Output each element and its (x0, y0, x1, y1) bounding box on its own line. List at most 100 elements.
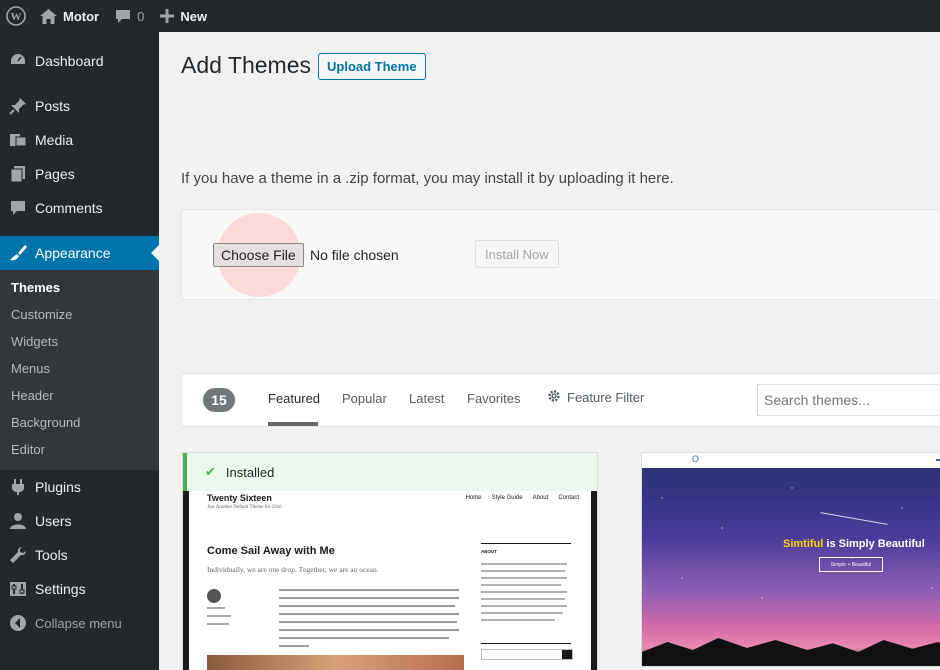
plus-icon (160, 9, 175, 23)
menu-users-label: Users (35, 513, 72, 529)
menu-appearance[interactable]: Appearance (0, 236, 159, 270)
preview-headline: Simtiful is Simply Beautiful (783, 538, 925, 550)
user-icon (8, 511, 28, 531)
preview-text-line (481, 591, 567, 593)
menu-settings-label: Settings (35, 581, 86, 597)
comments-link[interactable]: 0 (107, 0, 152, 32)
menu-media-label: Media (35, 132, 74, 148)
main-content: Add Themes Upload Theme If you have a th… (159, 32, 940, 670)
preview-text-line (279, 645, 309, 647)
submenu-header[interactable]: Header (0, 382, 159, 409)
preview-sidebar-rule (481, 643, 571, 644)
menu-users[interactable]: Users (0, 504, 159, 538)
home-icon (40, 8, 57, 24)
plug-icon (8, 477, 28, 497)
theme-count-badge: 15 (203, 388, 235, 412)
preview-avatar (207, 589, 221, 603)
wrench-icon (8, 545, 28, 565)
preview-nav-item: Home (465, 495, 482, 501)
preview-sidebar-heading: ABOUT (481, 549, 497, 554)
choose-file-button[interactable]: Choose File (213, 243, 304, 267)
preview-text-line (481, 598, 565, 600)
tab-latest[interactable]: Latest (409, 391, 444, 406)
page-title: Add Themes (181, 52, 311, 78)
submenu-menus[interactable]: Menus (0, 355, 159, 382)
feature-filter-button[interactable]: Feature Filter (547, 389, 644, 406)
gear-icon (547, 389, 561, 406)
menu-settings[interactable]: Settings (0, 572, 159, 606)
menu-comments-label: Comments (35, 200, 103, 216)
upload-theme-button[interactable]: Upload Theme (318, 53, 426, 80)
svg-text:W: W (11, 11, 22, 23)
menu-plugins[interactable]: Plugins (0, 470, 159, 504)
preview-text-line (207, 615, 231, 617)
menu-posts[interactable]: Posts (0, 89, 159, 123)
preview-text-line (279, 637, 449, 639)
comments-count: 0 (137, 8, 145, 24)
tab-favorites[interactable]: Favorites (467, 391, 520, 406)
submenu-customize[interactable]: Customize (0, 301, 159, 328)
theme-filter-bar: 15 Featured Popular Latest Favorites Fea… (181, 373, 940, 427)
upload-help-text: If you have a theme in a .zip format, yo… (181, 170, 674, 187)
tab-featured[interactable]: Featured (268, 391, 320, 406)
install-now-button[interactable]: Install Now (475, 240, 559, 268)
menu-tools[interactable]: Tools (0, 538, 159, 572)
collapse-menu-button[interactable]: Collapse menu (0, 606, 159, 640)
preview-text-line (481, 563, 567, 565)
menu-posts-label: Posts (35, 98, 71, 114)
search-themes-input[interactable] (757, 384, 940, 416)
menu-tools-label: Tools (35, 547, 68, 563)
theme-card-simtiful[interactable]: Simtiful is Simply Beautiful Simple + Be… (641, 452, 940, 667)
checkmark-icon: ✔ (205, 464, 216, 479)
theme-card-twenty-sixteen[interactable]: ✔ Installed Twenty Sixteen Just Another … (182, 452, 598, 670)
appearance-submenu: Themes Customize Widgets Menus Header Ba… (0, 270, 159, 470)
collapse-menu-label: Collapse menu (35, 615, 122, 631)
preview-text-line (481, 605, 567, 607)
theme-screenshot: Simtiful is Simply Beautiful Simple + Be… (642, 468, 940, 666)
preview-text-line (279, 589, 459, 591)
new-label: New (180, 8, 208, 24)
preview-nav-item: Style Guide (491, 495, 523, 501)
menu-dashboard-label: Dashboard (35, 53, 104, 69)
site-name-link[interactable]: Motor (32, 0, 107, 32)
menu-media[interactable]: Media (0, 123, 159, 157)
menu-dashboard[interactable]: Dashboard (0, 44, 159, 78)
tab-popular[interactable]: Popular (342, 391, 387, 406)
preview-stars (642, 468, 940, 666)
preview-post-title: Come Sail Away with Me (207, 545, 335, 557)
preview-text-line (481, 577, 567, 579)
no-file-chosen-text: No file chosen (310, 247, 399, 263)
preview-sidebar-rule (481, 543, 571, 544)
installed-notice: ✔ Installed (183, 453, 597, 491)
preview-text-line (279, 597, 459, 599)
submenu-widgets[interactable]: Widgets (0, 328, 159, 355)
preview-post-subtitle: Individually, we are one drop. Together,… (207, 565, 379, 574)
preview-text-line (481, 619, 555, 621)
preview-text-line (279, 613, 459, 615)
preview-site-tagline: Just Another Default Theme for 2016 (207, 505, 282, 510)
menu-pages[interactable]: Pages (0, 157, 159, 191)
preview-text-line (481, 612, 563, 614)
paintbrush-icon (8, 243, 28, 263)
theme-screenshot: Twenty Sixteen Just Another Default Them… (183, 491, 597, 670)
comment-bubble-icon (115, 9, 131, 24)
preview-text-line (207, 623, 229, 625)
menu-plugins-label: Plugins (35, 479, 81, 495)
dashboard-icon (8, 51, 28, 71)
preview-text-line (279, 629, 459, 631)
submenu-background[interactable]: Background (0, 409, 159, 436)
preview-nav: Home Style Guide About Contact (466, 495, 579, 501)
menu-comments[interactable]: Comments (0, 191, 159, 225)
new-content-link[interactable]: New (152, 0, 215, 32)
preview-text-line (279, 621, 457, 623)
preview-site-title: Twenty Sixteen (207, 493, 272, 503)
menu-appearance-label: Appearance (35, 245, 111, 261)
preview-text-line (481, 570, 565, 572)
menu-pages-label: Pages (35, 166, 75, 182)
submenu-themes[interactable]: Themes (0, 274, 159, 301)
submenu-editor[interactable]: Editor (0, 436, 159, 463)
preview-featured-image (207, 655, 464, 670)
sliders-icon (8, 579, 28, 599)
wordpress-logo-icon[interactable]: W (0, 0, 32, 32)
site-name: Motor (63, 8, 100, 24)
